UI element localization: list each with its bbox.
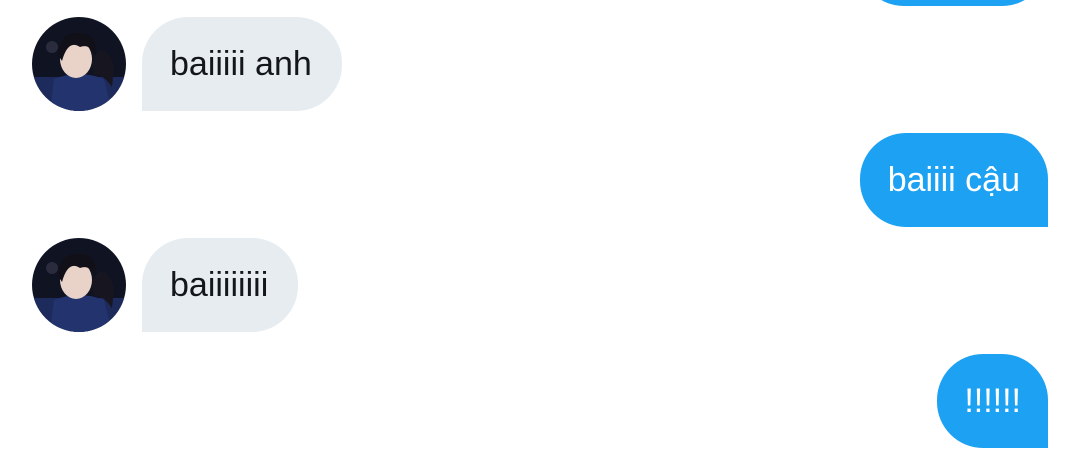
message-text: baiiiii anh (170, 45, 312, 83)
message-text: baiiii cậu (887, 161, 1020, 199)
avatar-photo-icon (32, 238, 126, 332)
contact-avatar[interactable] (32, 17, 126, 111)
incoming-message-bubble[interactable]: baiiiii anh (142, 17, 342, 111)
incoming-message-bubble[interactable]: baiiiiiiii (142, 238, 299, 332)
message-text: baiiiiiiii (170, 266, 269, 304)
contact-avatar[interactable] (32, 238, 126, 332)
message-text: !!!!!! (964, 382, 1021, 420)
outgoing-message-bubble[interactable]: !!!!!! (937, 354, 1048, 448)
outgoing-message-bubble[interactable]: baiiii cậu (859, 133, 1048, 227)
avatar-photo-icon (32, 17, 126, 111)
outgoing-message-bubble-partial[interactable] (858, 0, 1048, 6)
